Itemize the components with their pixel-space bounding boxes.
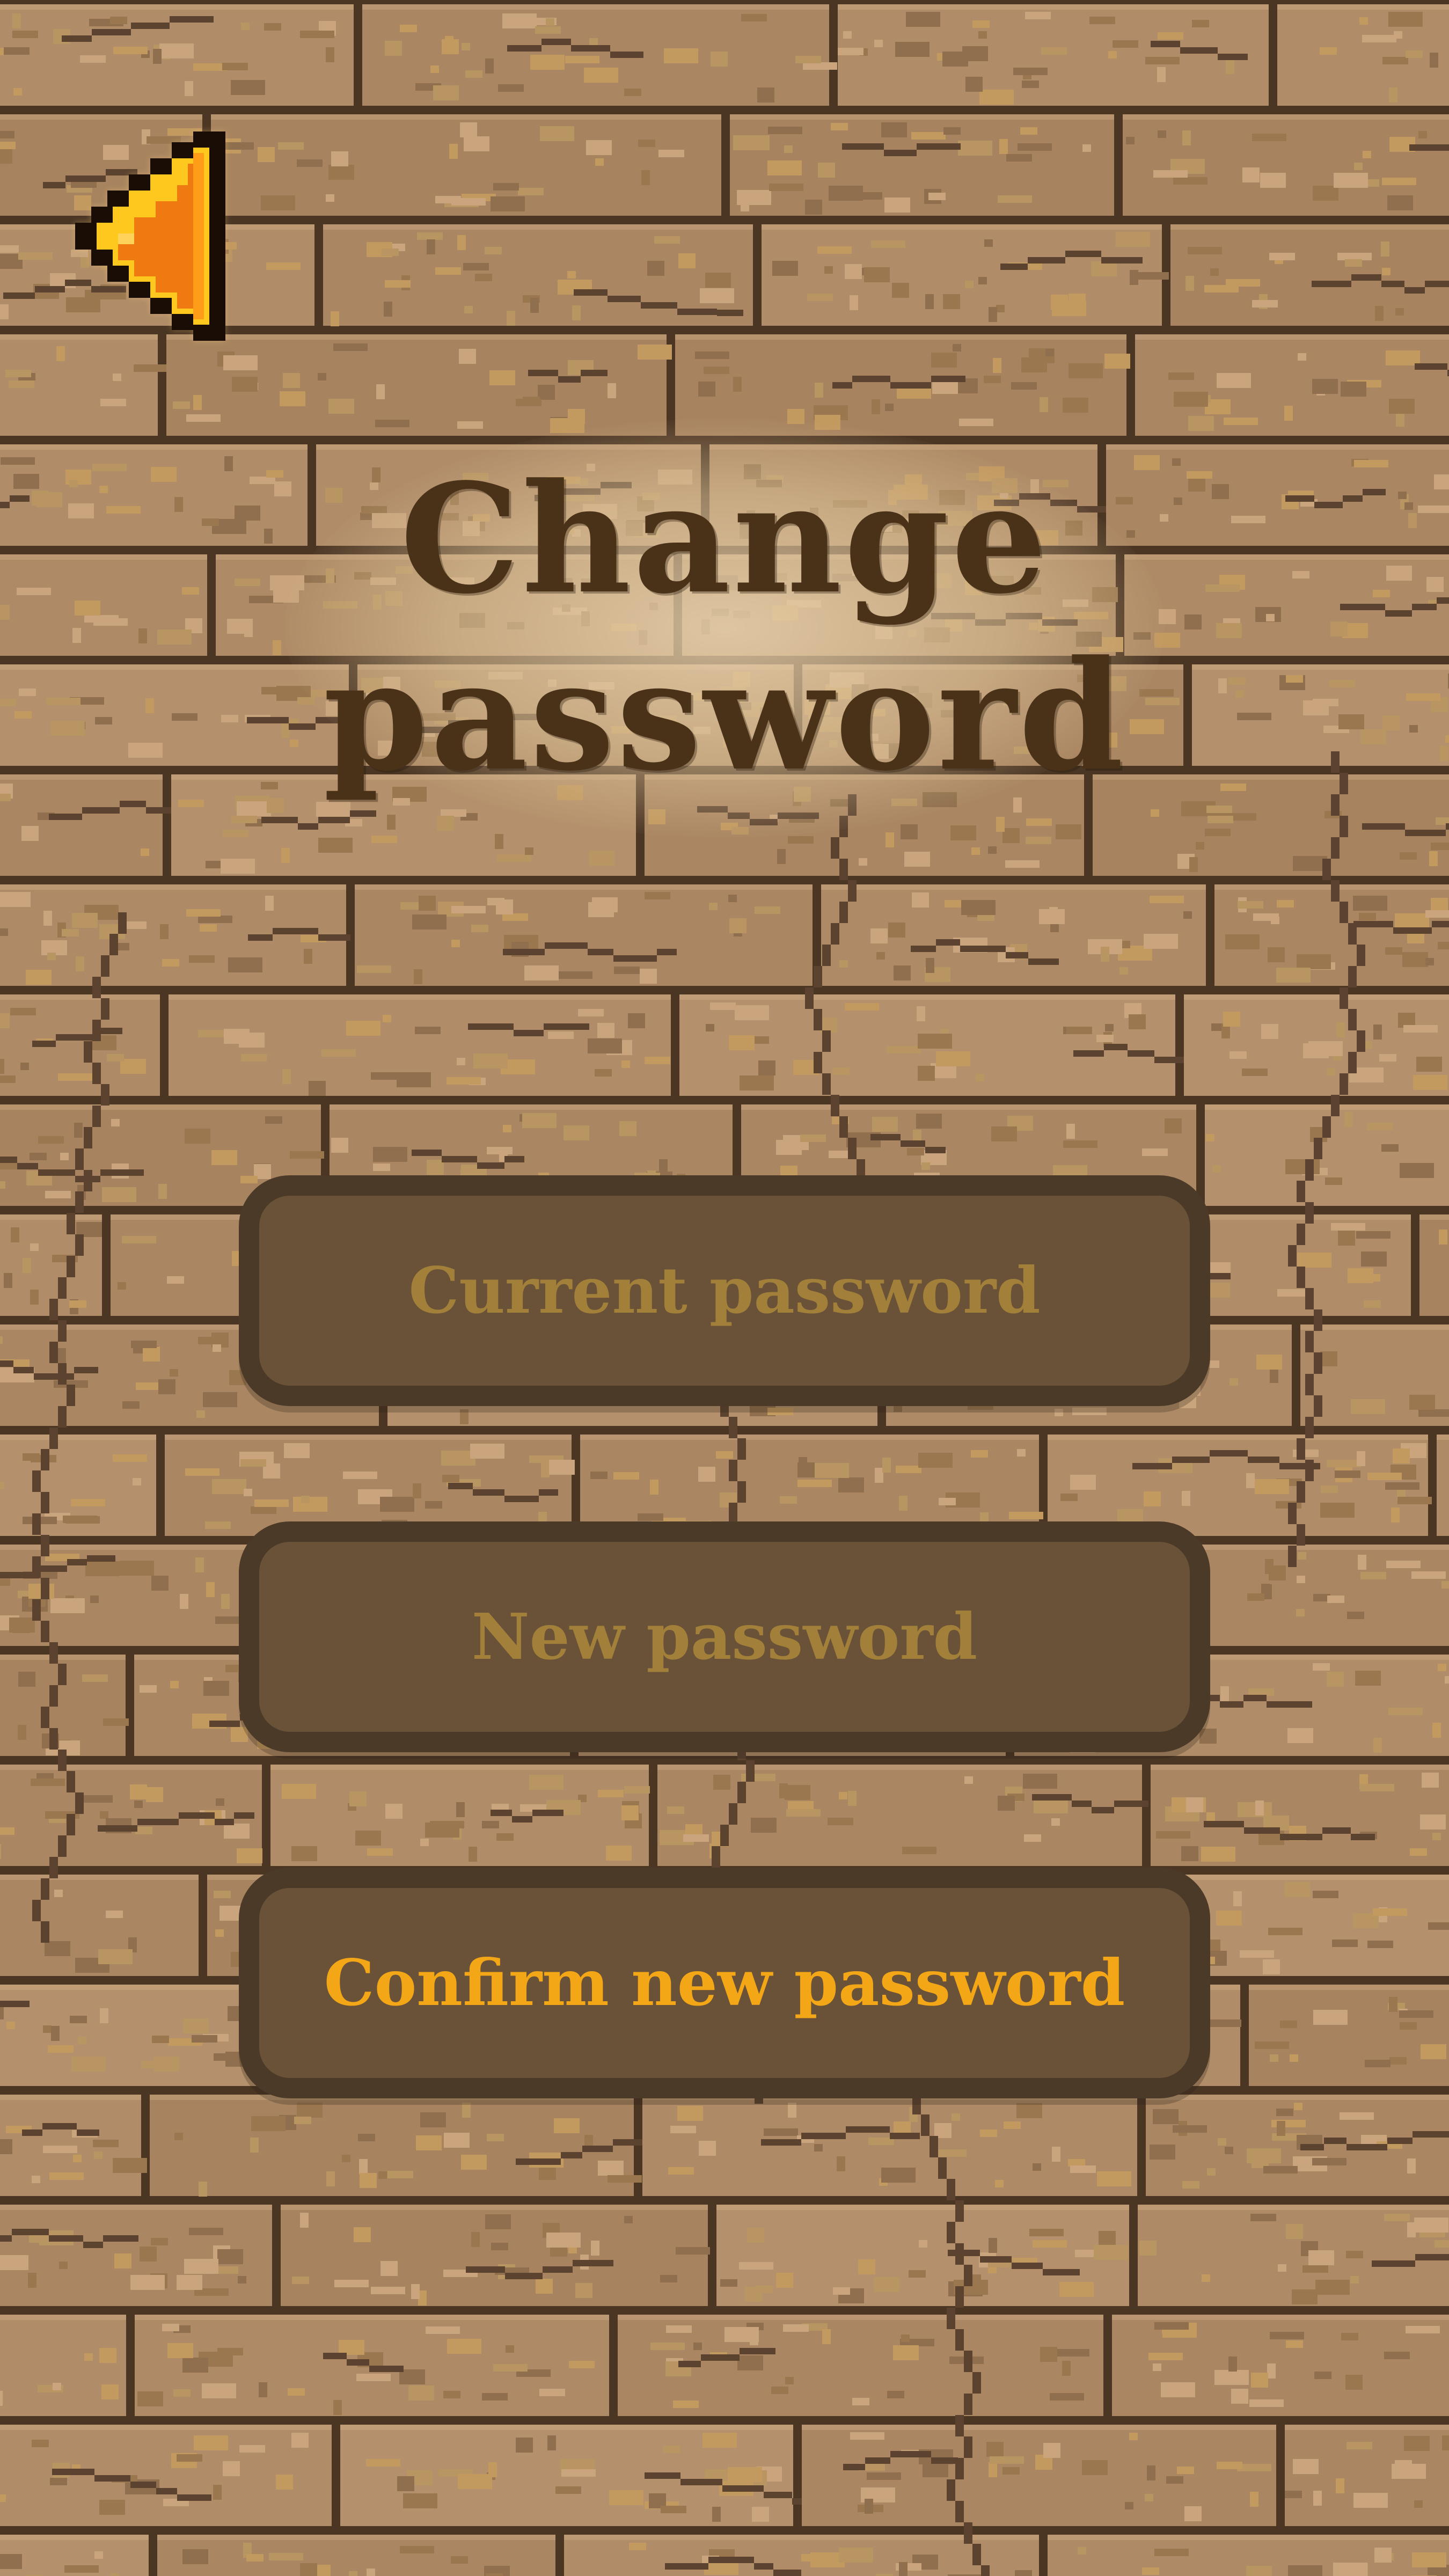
confirm-new-password-placeholder: Confirm new password [324,1945,1125,2020]
new-password-placeholder: New password [471,1599,978,1674]
back-button[interactable] [75,131,225,341]
current-password-placeholder: Current password [408,1253,1041,1328]
back-arrow-icon [75,131,225,341]
page-title: Change password [323,451,1126,804]
title-area: Change password [225,397,1224,859]
confirm-new-password-field[interactable]: Confirm new password [239,1868,1210,2098]
new-password-field[interactable]: New password [239,1521,1210,1752]
current-password-field[interactable]: Current password [239,1175,1210,1406]
